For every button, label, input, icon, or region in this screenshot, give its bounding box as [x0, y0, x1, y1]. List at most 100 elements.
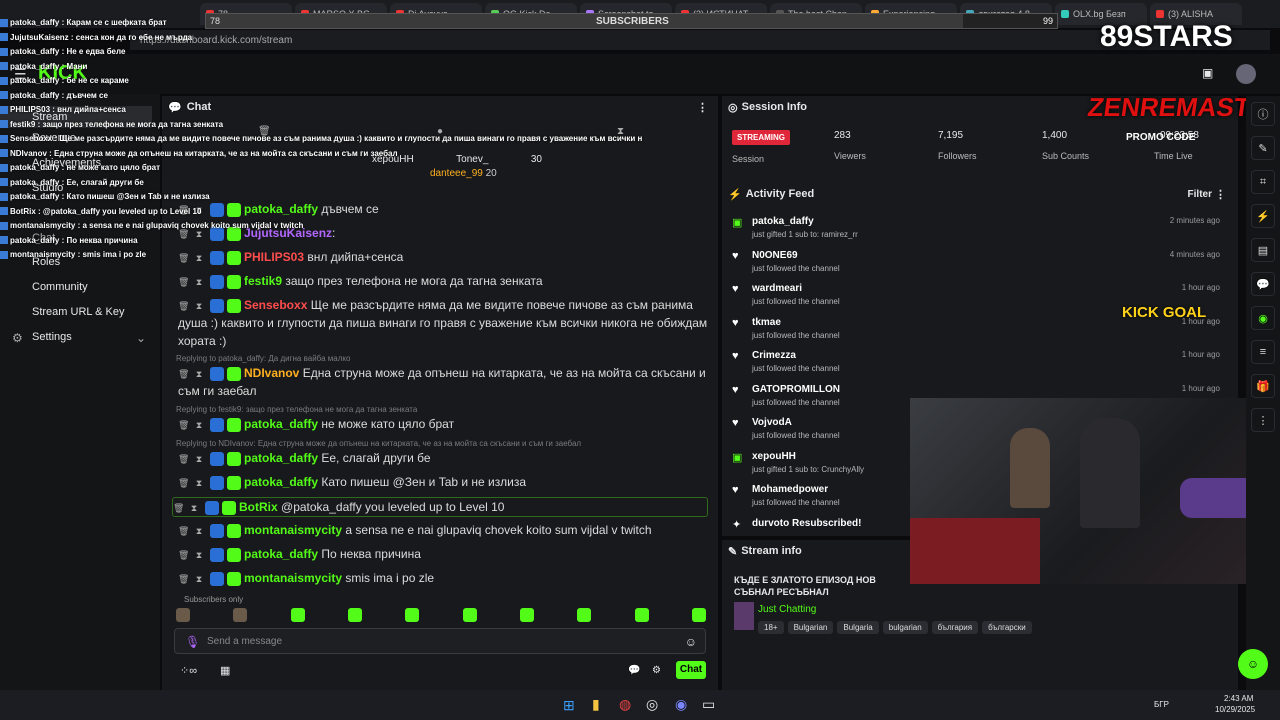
tray-lang[interactable]: БГР — [1154, 700, 1169, 709]
stream-tag[interactable]: Bulgaria — [837, 621, 879, 634]
emote-icon[interactable] — [691, 608, 706, 622]
support-fab-icon[interactable]: ☺ — [1238, 649, 1268, 679]
broadcast-icon[interactable]: ◉ — [1251, 306, 1275, 330]
chat-username[interactable]: patoka_daffy — [244, 547, 318, 561]
chat-username[interactable]: patoka_daffy — [244, 451, 318, 465]
chat-message[interactable]: 🗑 ⧗ montanaismycity smis ima i po zle — [178, 569, 708, 587]
emoji-icon[interactable]: ☺ — [685, 635, 697, 649]
chat-username[interactable]: festik9 — [244, 274, 282, 288]
stream-tag[interactable]: bulgarian — [882, 621, 928, 634]
chat-username[interactable]: montanaismycity — [244, 571, 342, 585]
timeout-icon[interactable]: ⧗ — [194, 229, 204, 239]
gift-icon[interactable]: 🎁 — [1251, 374, 1275, 398]
delete-icon[interactable]: 🗑 — [178, 550, 189, 560]
timeout-icon[interactable]: ⧗ — [194, 574, 204, 584]
terminal-icon[interactable]: ▭ — [702, 696, 715, 713]
message-input[interactable]: 🎙 Send a message ☺ — [174, 628, 706, 654]
obs-icon[interactable]: ◎ — [646, 696, 658, 713]
chat-username[interactable]: patoka_daffy — [244, 417, 318, 431]
chat-message[interactable]: 🗑 ⧗ patoka_daffy Като пишеш @Зен и Tab и н… — [178, 473, 708, 491]
timeout-icon[interactable]: ⧗ — [194, 478, 204, 488]
chat-message[interactable]: 🗑 ⧗ patoka_daffy Ее, слагай други бе — [178, 449, 708, 467]
tray-time[interactable]: 2:43 AM — [1224, 694, 1253, 703]
delete-icon[interactable]: 🗑 — [178, 369, 189, 379]
chat-message[interactable]: 🗑 ⧗ festik9 защо през телефона не мога да … — [178, 272, 708, 290]
chat-username[interactable]: NDIvanov — [244, 366, 299, 380]
timeout-icon[interactable]: ⧗ — [194, 550, 204, 560]
emote-icon[interactable] — [290, 608, 305, 622]
emote-icon[interactable] — [347, 608, 362, 622]
sidebar-item-community[interactable]: Community — [32, 281, 88, 293]
doc-icon[interactable]: ▤ — [1251, 238, 1275, 262]
mic-icon[interactable]: 🎙 — [185, 635, 200, 649]
chat-username[interactable]: montanaismycity — [244, 523, 342, 537]
bolt-tool-icon[interactable]: ⚡ — [1251, 204, 1275, 228]
chat-settings-bubble-icon[interactable]: 💬 — [628, 665, 640, 676]
timeout-icon[interactable]: ⧗ — [194, 454, 204, 464]
emote-icon[interactable] — [176, 608, 190, 622]
discord-icon[interactable]: ◉ — [675, 696, 687, 713]
activity-item[interactable]: ♥ N0ONE69 just followed the channel 4 minut… — [732, 250, 1232, 273]
chat-username[interactable]: PHILIPS03 — [244, 250, 304, 264]
windows-start-icon[interactable]: ⊞ — [563, 697, 575, 714]
bell-icon[interactable]: ▣ — [1202, 66, 1213, 80]
delete-icon[interactable]: 🗑 — [178, 253, 189, 263]
delete-icon[interactable]: 🗑 — [178, 454, 189, 464]
settings-icon[interactable]: ⚙ — [652, 665, 661, 676]
list-icon[interactable]: ≡ — [1251, 340, 1275, 364]
category-name[interactable]: Just Chatting — [758, 604, 816, 615]
chat-message[interactable]: 🗑 ⧗ BotRix @patoka_daffy you leveled up to… — [172, 497, 708, 517]
activity-item[interactable]: ▣ patoka_daffy just gifted 1 sub to: ramir… — [732, 216, 1232, 239]
chat-tool-icon[interactable]: 💬 — [1251, 272, 1275, 296]
chat-username[interactable]: BotRix — [239, 500, 278, 514]
explorer-icon[interactable]: ▮ — [592, 696, 600, 713]
pen-icon[interactable]: ✎ — [1251, 136, 1275, 160]
activity-item[interactable]: ♥ wardmeari just followed the channel 1 hou… — [732, 283, 1232, 306]
delete-icon[interactable]: 🗑 — [178, 420, 189, 430]
chat-message[interactable]: 🗑 ⧗ montanaismycity a sensa ne e nai glupa… — [178, 521, 708, 539]
send-chat-button[interactable]: Chat — [676, 661, 706, 679]
emote-icon[interactable] — [577, 608, 592, 622]
chat-username[interactable]: patoka_daffy — [244, 202, 318, 216]
emote-icon[interactable] — [519, 608, 534, 622]
delete-icon[interactable]: 🗑 — [178, 277, 189, 287]
chat-message[interactable]: 🗑 ⧗ patoka_daffy не може като цяло брат — [178, 415, 708, 433]
emote-icon[interactable] — [462, 608, 477, 622]
delete-icon[interactable]: 🗑 — [173, 503, 184, 513]
timeout-icon[interactable]: ⧗ — [194, 526, 204, 536]
timeout-icon[interactable]: ⧗ — [194, 301, 204, 311]
timeout-icon[interactable]: ⧗ — [189, 503, 199, 513]
timeout-icon[interactable]: ⧗ — [194, 420, 204, 430]
chat-message[interactable]: 🗑 ⧗ PHILIPS03 внл дийпа+сенса — [178, 248, 708, 266]
stream-tag[interactable]: 18+ — [758, 621, 784, 634]
stream-tag[interactable]: български — [982, 621, 1032, 634]
chat-username[interactable]: Senseboxx — [244, 298, 307, 312]
delete-icon[interactable]: 🗑 — [178, 526, 189, 536]
chat-message[interactable]: 🗑 ⧗ Senseboxx Ще ме разсърдите няма да ме … — [178, 296, 708, 350]
emote-icon[interactable] — [634, 608, 649, 622]
filter-button[interactable]: Filter — [1188, 189, 1212, 200]
stream-tag[interactable]: българия — [931, 621, 979, 634]
stream-tag[interactable]: Bulgarian — [787, 621, 834, 634]
chrome-icon[interactable]: ◍ — [619, 696, 631, 713]
more-vert-icon[interactable]: ⋮ — [1251, 408, 1275, 432]
delete-icon[interactable]: 🗑 — [178, 574, 189, 584]
chat-message[interactable]: 🗑 ⧗ patoka_daffy По неква причина — [178, 545, 708, 563]
store-icon[interactable]: ▦ — [220, 664, 230, 677]
more-icon[interactable]: ⋮ — [697, 101, 708, 114]
chat-message[interactable]: 🗑 ⧗ NDIvanov Една струна може да опънеш на… — [178, 364, 708, 400]
address-bar[interactable]: https://dashboard.kick.com/stream — [130, 30, 1270, 50]
avatar[interactable] — [1236, 64, 1256, 84]
delete-icon[interactable]: 🗑 — [178, 229, 189, 239]
delete-icon[interactable]: 🗑 — [178, 301, 189, 311]
timeout-icon[interactable]: ⧗ — [194, 277, 204, 287]
more-icon[interactable]: ⋮ — [1215, 188, 1226, 201]
crop-icon[interactable]: ⌗ — [1251, 170, 1275, 194]
chat-message[interactable]: 🗑 ⧗ patoka_daffy дъвчем се — [178, 200, 708, 218]
delete-icon[interactable]: 🗑 — [178, 478, 189, 488]
emote-icon[interactable] — [405, 608, 420, 622]
points-icon[interactable]: ⁘∞ — [180, 664, 197, 677]
chat-username[interactable]: patoka_daffy — [244, 475, 318, 489]
sidebar-item-settings[interactable]: Settings — [32, 331, 72, 343]
timeout-icon[interactable]: ⧗ — [194, 369, 204, 379]
